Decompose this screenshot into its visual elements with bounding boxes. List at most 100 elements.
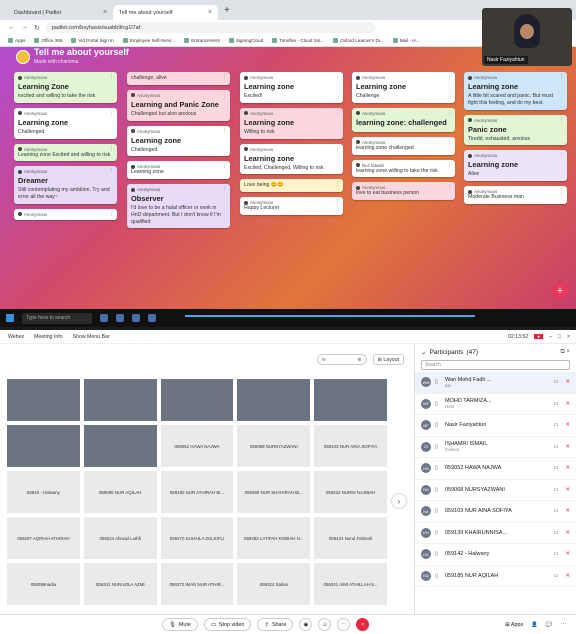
post-menu-icon[interactable]: ⋮ — [335, 181, 340, 187]
bookmark-item[interactable]: Oxford Learner's Di... — [333, 38, 384, 43]
participant-row[interactable]: HA ▯ 059142 - Halwany ▭ ✕ — [415, 544, 576, 566]
participant-name-tile[interactable]: 059224 Ahmad Luthfi — [82, 516, 158, 560]
stop-video-button[interactable]: ▭ Stop video — [203, 618, 252, 631]
taskbar-app-icon[interactable] — [132, 314, 140, 322]
video-pip-window[interactable]: Nasir Faziyahtun — [482, 8, 572, 66]
participant-video-tile[interactable] — [236, 378, 312, 422]
microphone-muted-icon[interactable]: ✕ — [565, 444, 570, 450]
participant-row[interactable]: NA ▯ 059103 NUR AINA SOFIYA ▭ ✕ — [415, 501, 576, 523]
microphone-muted-icon[interactable]: ✕ — [565, 379, 570, 385]
microphone-muted-icon[interactable]: ✕ — [565, 401, 570, 407]
post-menu-icon[interactable]: ⋮ — [447, 139, 452, 145]
participant-row[interactable]: MT ▯ MOHD TARMIZA... Host ▭ ✕ — [415, 394, 576, 415]
padlet-post[interactable]: Anonymous ⋮ Learning zone — [127, 161, 230, 179]
participant-name-tile[interactable]: 059373 IMAN NUR ATHIR... — [159, 562, 235, 606]
post-menu-icon[interactable]: ⋮ — [335, 74, 340, 80]
reload-icon[interactable]: ↻ — [34, 24, 40, 32]
participant-name-tile[interactable]: 059297 AQIRAH ATHIRAH — [6, 516, 81, 560]
participant-name-tile[interactable]: 059282 LATIFAH ROBIAH N... — [236, 516, 312, 560]
zoom-in-icon[interactable]: ⊕ — [357, 357, 361, 363]
taskbar-app-icon[interactable] — [116, 314, 124, 322]
participant-video-tile[interactable] — [159, 378, 235, 422]
padlet-post[interactable]: Anonymous ⋮ Learning zone Alive — [464, 150, 567, 181]
participant-name-tile[interactable]: 059222 NURIN NAJIBAH — [313, 470, 388, 514]
participant-search-input[interactable]: Search — [421, 360, 570, 370]
padlet-post[interactable]: Anonymous ⋮ Moderate Business man — [464, 186, 567, 204]
post-menu-icon[interactable]: ⋮ — [447, 184, 452, 190]
padlet-post[interactable]: Anonymous ⋮ Learning zone Challenged — [127, 125, 230, 157]
participants-toggle-icon[interactable]: 👤 — [531, 622, 538, 628]
chat-icon[interactable]: 💬 — [546, 622, 553, 628]
participant-row[interactable]: KH ▯ 059139 KHAIRUNNISA... ▭ ✕ — [415, 523, 576, 544]
participant-row[interactable]: NS ▯ 059068 NURSYAZWANI ▭ ✕ — [415, 480, 576, 501]
popout-icon[interactable]: ⧉ × — [561, 349, 570, 356]
participant-row[interactable]: HN ▯ 059052 HAWA NAJWA ▭ ✕ — [415, 458, 576, 480]
padlet-post[interactable]: ⋮ Love being 😊😊 — [240, 179, 343, 192]
zoom-slider[interactable]: ⊖ ⊕ — [316, 354, 367, 365]
post-menu-icon[interactable]: ⋮ — [559, 117, 564, 123]
padlet-post[interactable]: Anonymous ⋮ Learning zone Excited, Challeng… — [240, 143, 343, 175]
padlet-post[interactable]: ⋮ challenge, alive — [127, 72, 230, 85]
minimize-icon[interactable]: – — [549, 334, 552, 340]
post-menu-icon[interactable]: ⋮ — [222, 163, 227, 169]
post-menu-icon[interactable]: ⋮ — [109, 146, 114, 152]
participant-row[interactable]: NF ▯ Nasir Faziyahtun ▭ ✕ — [415, 415, 576, 437]
bookmark-item[interactable]: Vid Portal Sign In — [71, 38, 113, 43]
more-options-button[interactable]: ⋯ — [337, 618, 351, 631]
participant-name-tile[interactable]: 059341 NURAZILA AZMI — [82, 562, 158, 606]
apps-button[interactable]: ⊞ Apps — [505, 622, 523, 628]
padlet-post[interactable]: Anonymous ⋮ Learning zone Excited! — [240, 72, 343, 103]
participant-video-tile[interactable] — [313, 378, 388, 422]
participant-name-tile[interactable]: 059324 Salina — [236, 562, 312, 606]
participant-name-tile[interactable]: 059103 NUR AINA SOFIYA — [313, 424, 388, 468]
more-icon[interactable]: ⋯ — [561, 622, 566, 628]
padlet-post[interactable]: Anonymous ⋮ Learning zone A little bit scar… — [464, 72, 567, 110]
close-icon[interactable]: × — [208, 9, 212, 16]
participant-name-tile[interactable]: 059085 NUR AQILAH — [82, 470, 158, 514]
share-button[interactable]: ⇪ Share — [257, 618, 294, 631]
end-meeting-button[interactable]: × — [356, 618, 370, 631]
post-menu-icon[interactable]: ⋮ — [447, 110, 452, 116]
zoom-out-icon[interactable]: ⊖ — [322, 357, 326, 363]
microphone-muted-icon[interactable]: ✕ — [565, 573, 570, 579]
windows-start-icon[interactable] — [6, 314, 14, 322]
padlet-post[interactable]: Anonymous ⋮ learning zone: challenged — [352, 107, 455, 132]
post-menu-icon[interactable]: ⋮ — [559, 188, 564, 194]
bookmark-item[interactable]: Timeflex - Cloud Sol... — [272, 38, 324, 43]
post-menu-icon[interactable]: ⋮ — [109, 110, 114, 116]
padlet-post[interactable]: Nuz fatwah ⋮ learning zone willing to take… — [352, 159, 455, 178]
taskbar-app-icon[interactable] — [148, 314, 156, 322]
participant-name-tile[interactable]: 059341 AIMI ATHILLAH S... — [313, 562, 388, 606]
post-menu-icon[interactable]: ⋮ — [335, 146, 340, 152]
post-menu-icon[interactable]: ⋮ — [222, 74, 227, 80]
close-icon[interactable]: × — [567, 334, 570, 340]
participant-name-tile[interactable]: 059286 NUR SHAHIRAH BI... — [236, 470, 312, 514]
participant-name-tile[interactable]: 55940 - Halwany — [6, 470, 81, 514]
bookmark-item[interactable]: Entrancement — [184, 38, 220, 43]
microphone-muted-icon[interactable]: ✕ — [565, 465, 570, 471]
layout-button[interactable]: ⊞ Layout — [372, 354, 404, 365]
browser-tab-dashboard[interactable]: Dashboard | Padlet × — [8, 5, 113, 20]
participant-name-tile[interactable]: 059180 NUR ATHIRAH BI... — [159, 470, 235, 514]
participant-name-tile[interactable]: 059052 HAWA NAJWA — [159, 424, 235, 468]
padlet-post[interactable]: Anonymous ⋮ love to eat business person — [352, 182, 455, 200]
participant-video-tile[interactable] — [82, 424, 158, 468]
microphone-muted-icon[interactable]: ✕ — [565, 530, 570, 536]
bookmark-item[interactable]: Employee Self-Servi... — [123, 38, 175, 43]
browser-tab-padlet[interactable]: Tell me about yourself × — [113, 5, 218, 20]
post-menu-icon[interactable]: ⋮ — [559, 152, 564, 158]
post-menu-icon[interactable]: ⋮ — [335, 110, 340, 116]
padlet-post[interactable]: Anonymous ⋮ Learning zone Willing to risk — [240, 107, 343, 139]
bookmark-item[interactable]: SigningCloud — [229, 38, 263, 43]
post-menu-icon[interactable]: ⋮ — [109, 74, 114, 80]
post-menu-icon[interactable]: ⋮ — [335, 199, 340, 205]
chevron-down-icon[interactable]: ⌄ — [421, 348, 426, 356]
participant-video-tile[interactable] — [6, 424, 81, 468]
post-menu-icon[interactable]: ⋮ — [222, 128, 227, 134]
mute-button[interactable]: 🎙 Mute — [162, 618, 198, 631]
post-menu-icon[interactable]: ⋮ — [447, 74, 452, 80]
padlet-post[interactable]: Anonymous ⋮ Dreamer Still contemplating my … — [14, 166, 117, 204]
add-post-button[interactable]: + — [552, 283, 568, 299]
microphone-muted-icon[interactable]: ✕ — [565, 508, 570, 514]
post-menu-icon[interactable]: ⋮ — [447, 162, 452, 168]
